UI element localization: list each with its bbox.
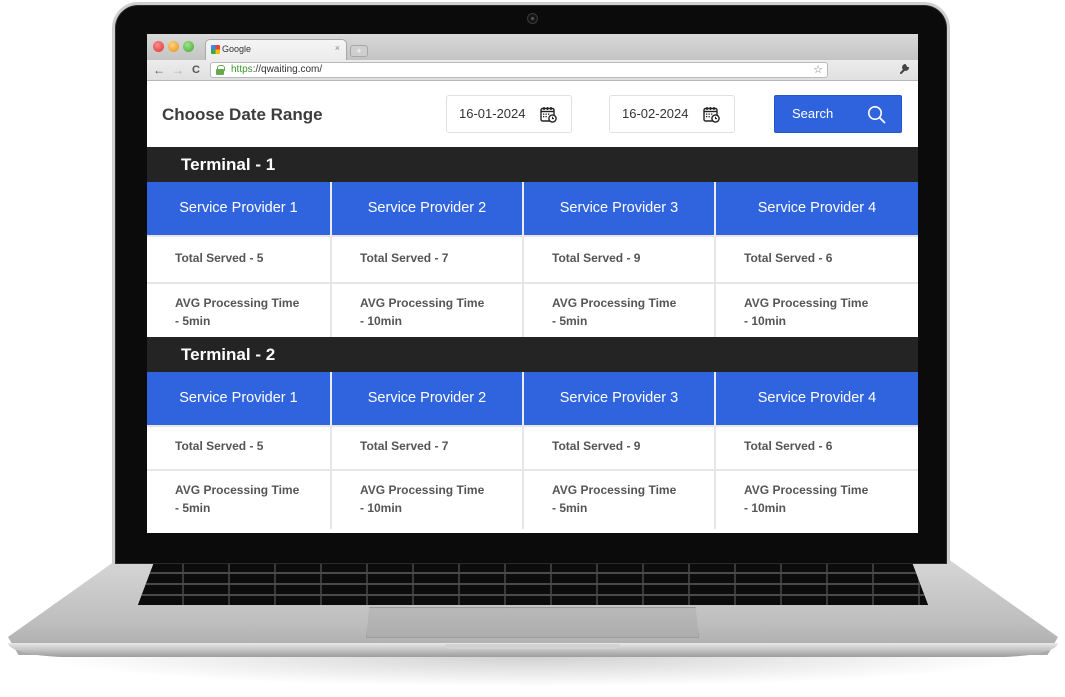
- tab-close-icon[interactable]: ×: [335, 43, 340, 53]
- provider-header: Service Provider 1: [147, 372, 330, 425]
- camera-icon: [527, 13, 538, 24]
- search-button-label: Search: [792, 106, 834, 121]
- total-served-cell: Total Served - 6: [714, 425, 918, 469]
- google-favicon-icon: [211, 45, 220, 54]
- total-served-cell: Total Served - 9: [522, 425, 714, 469]
- terminal-1-grid: Service Provider 1 Service Provider 2 Se…: [147, 182, 918, 337]
- avg-processing-cell: AVG Processing Time - 5min: [147, 469, 330, 529]
- avg-processing-cell: AVG Processing Time - 10min: [714, 282, 918, 337]
- total-served-cell: Total Served - 7: [330, 235, 522, 282]
- end-date-field[interactable]: 16-02-2024: [609, 95, 735, 133]
- total-served-cell: Total Served - 6: [714, 235, 918, 282]
- avg-label: AVG Processing Time: [175, 296, 300, 310]
- total-served-cell: Total Served - 7: [330, 425, 522, 469]
- avg-processing-cell: AVG Processing Time - 5min: [147, 282, 330, 337]
- laptop-shadow: [40, 657, 1025, 687]
- terminal-2-grid: Service Provider 1 Service Provider 2 Se…: [147, 372, 918, 529]
- avg-label: AVG Processing Time: [552, 483, 677, 497]
- avg-label: AVG Processing Time: [744, 483, 869, 497]
- avg-label: AVG Processing Time: [360, 483, 485, 497]
- minimize-window-button[interactable]: [168, 41, 179, 52]
- avg-processing-cell: AVG Processing Time - 10min: [330, 469, 522, 529]
- calendar-clock-icon[interactable]: [703, 106, 720, 123]
- total-served-cell: Total Served - 5: [147, 235, 330, 282]
- zoom-window-button[interactable]: [183, 41, 194, 52]
- avg-processing-cell: AVG Processing Time - 5min: [522, 469, 714, 529]
- avg-processing-cell: AVG Processing Time - 5min: [522, 282, 714, 337]
- avg-label: AVG Processing Time: [744, 296, 869, 310]
- provider-header: Service Provider 2: [330, 372, 522, 425]
- avg-label: AVG Processing Time: [360, 296, 485, 310]
- calendar-clock-icon[interactable]: [540, 106, 557, 123]
- avg-processing-cell: AVG Processing Time - 10min: [714, 469, 918, 529]
- reload-icon[interactable]: C: [192, 63, 200, 77]
- navigation-bar: ← → C https://qwaiting.com/ ☆: [147, 60, 918, 81]
- close-window-button[interactable]: [153, 41, 164, 52]
- total-served-cell: Total Served - 9: [522, 235, 714, 282]
- start-date-field[interactable]: 16-01-2024: [446, 95, 572, 133]
- url-text: ://qwaiting.com/: [252, 64, 323, 75]
- laptop-keyboard: [138, 563, 928, 605]
- laptop-notch: [445, 644, 620, 649]
- avg-processing-cell: AVG Processing Time - 10min: [330, 282, 522, 337]
- avg-value: - 5min: [175, 501, 211, 515]
- tab-title: Google: [222, 44, 252, 54]
- browser-tab[interactable]: Google ×: [205, 39, 347, 60]
- avg-value: - 10min: [360, 314, 403, 328]
- provider-header: Service Provider 3: [522, 372, 714, 425]
- provider-header: Service Provider 2: [330, 182, 522, 235]
- back-arrow-icon[interactable]: ←: [153, 63, 165, 77]
- browser-window: Google × + ← → C https://qwaiting.com/ ☆…: [147, 34, 918, 533]
- avg-value: - 10min: [744, 501, 787, 515]
- search-button[interactable]: Search: [774, 95, 902, 133]
- avg-value: - 5min: [552, 314, 588, 328]
- provider-header: Service Provider 4: [714, 372, 918, 425]
- new-tab-button[interactable]: +: [350, 45, 368, 57]
- laptop-trackpad: [366, 607, 699, 638]
- provider-header: Service Provider 3: [522, 182, 714, 235]
- provider-header: Service Provider 4: [714, 182, 918, 235]
- address-bar[interactable]: https://qwaiting.com/ ☆: [210, 62, 828, 78]
- provider-header: Service Provider 1: [147, 182, 330, 235]
- avg-value: - 5min: [175, 314, 211, 328]
- bookmark-star-icon[interactable]: ☆: [813, 63, 823, 77]
- tab-bar: Google × +: [147, 34, 918, 60]
- total-served-cell: Total Served - 5: [147, 425, 330, 469]
- end-date-value: 16-02-2024: [622, 106, 689, 121]
- avg-label: AVG Processing Time: [552, 296, 677, 310]
- start-date-value: 16-01-2024: [459, 106, 526, 121]
- url-scheme: https: [231, 64, 253, 75]
- wrench-menu-icon[interactable]: [899, 63, 910, 77]
- avg-value: - 10min: [360, 501, 403, 515]
- forward-arrow-icon[interactable]: →: [172, 63, 184, 77]
- terminal-1-heading: Terminal - 1: [147, 147, 918, 182]
- date-range-header: Choose Date Range 16-01-2024 16-02-2024: [147, 81, 918, 147]
- lock-icon: [216, 65, 225, 75]
- avg-label: AVG Processing Time: [175, 483, 300, 497]
- avg-value: - 10min: [744, 314, 787, 328]
- page-title: Choose Date Range: [162, 105, 323, 124]
- avg-value: - 5min: [552, 501, 588, 515]
- search-icon: [868, 106, 886, 124]
- terminal-2-heading: Terminal - 2: [147, 337, 918, 372]
